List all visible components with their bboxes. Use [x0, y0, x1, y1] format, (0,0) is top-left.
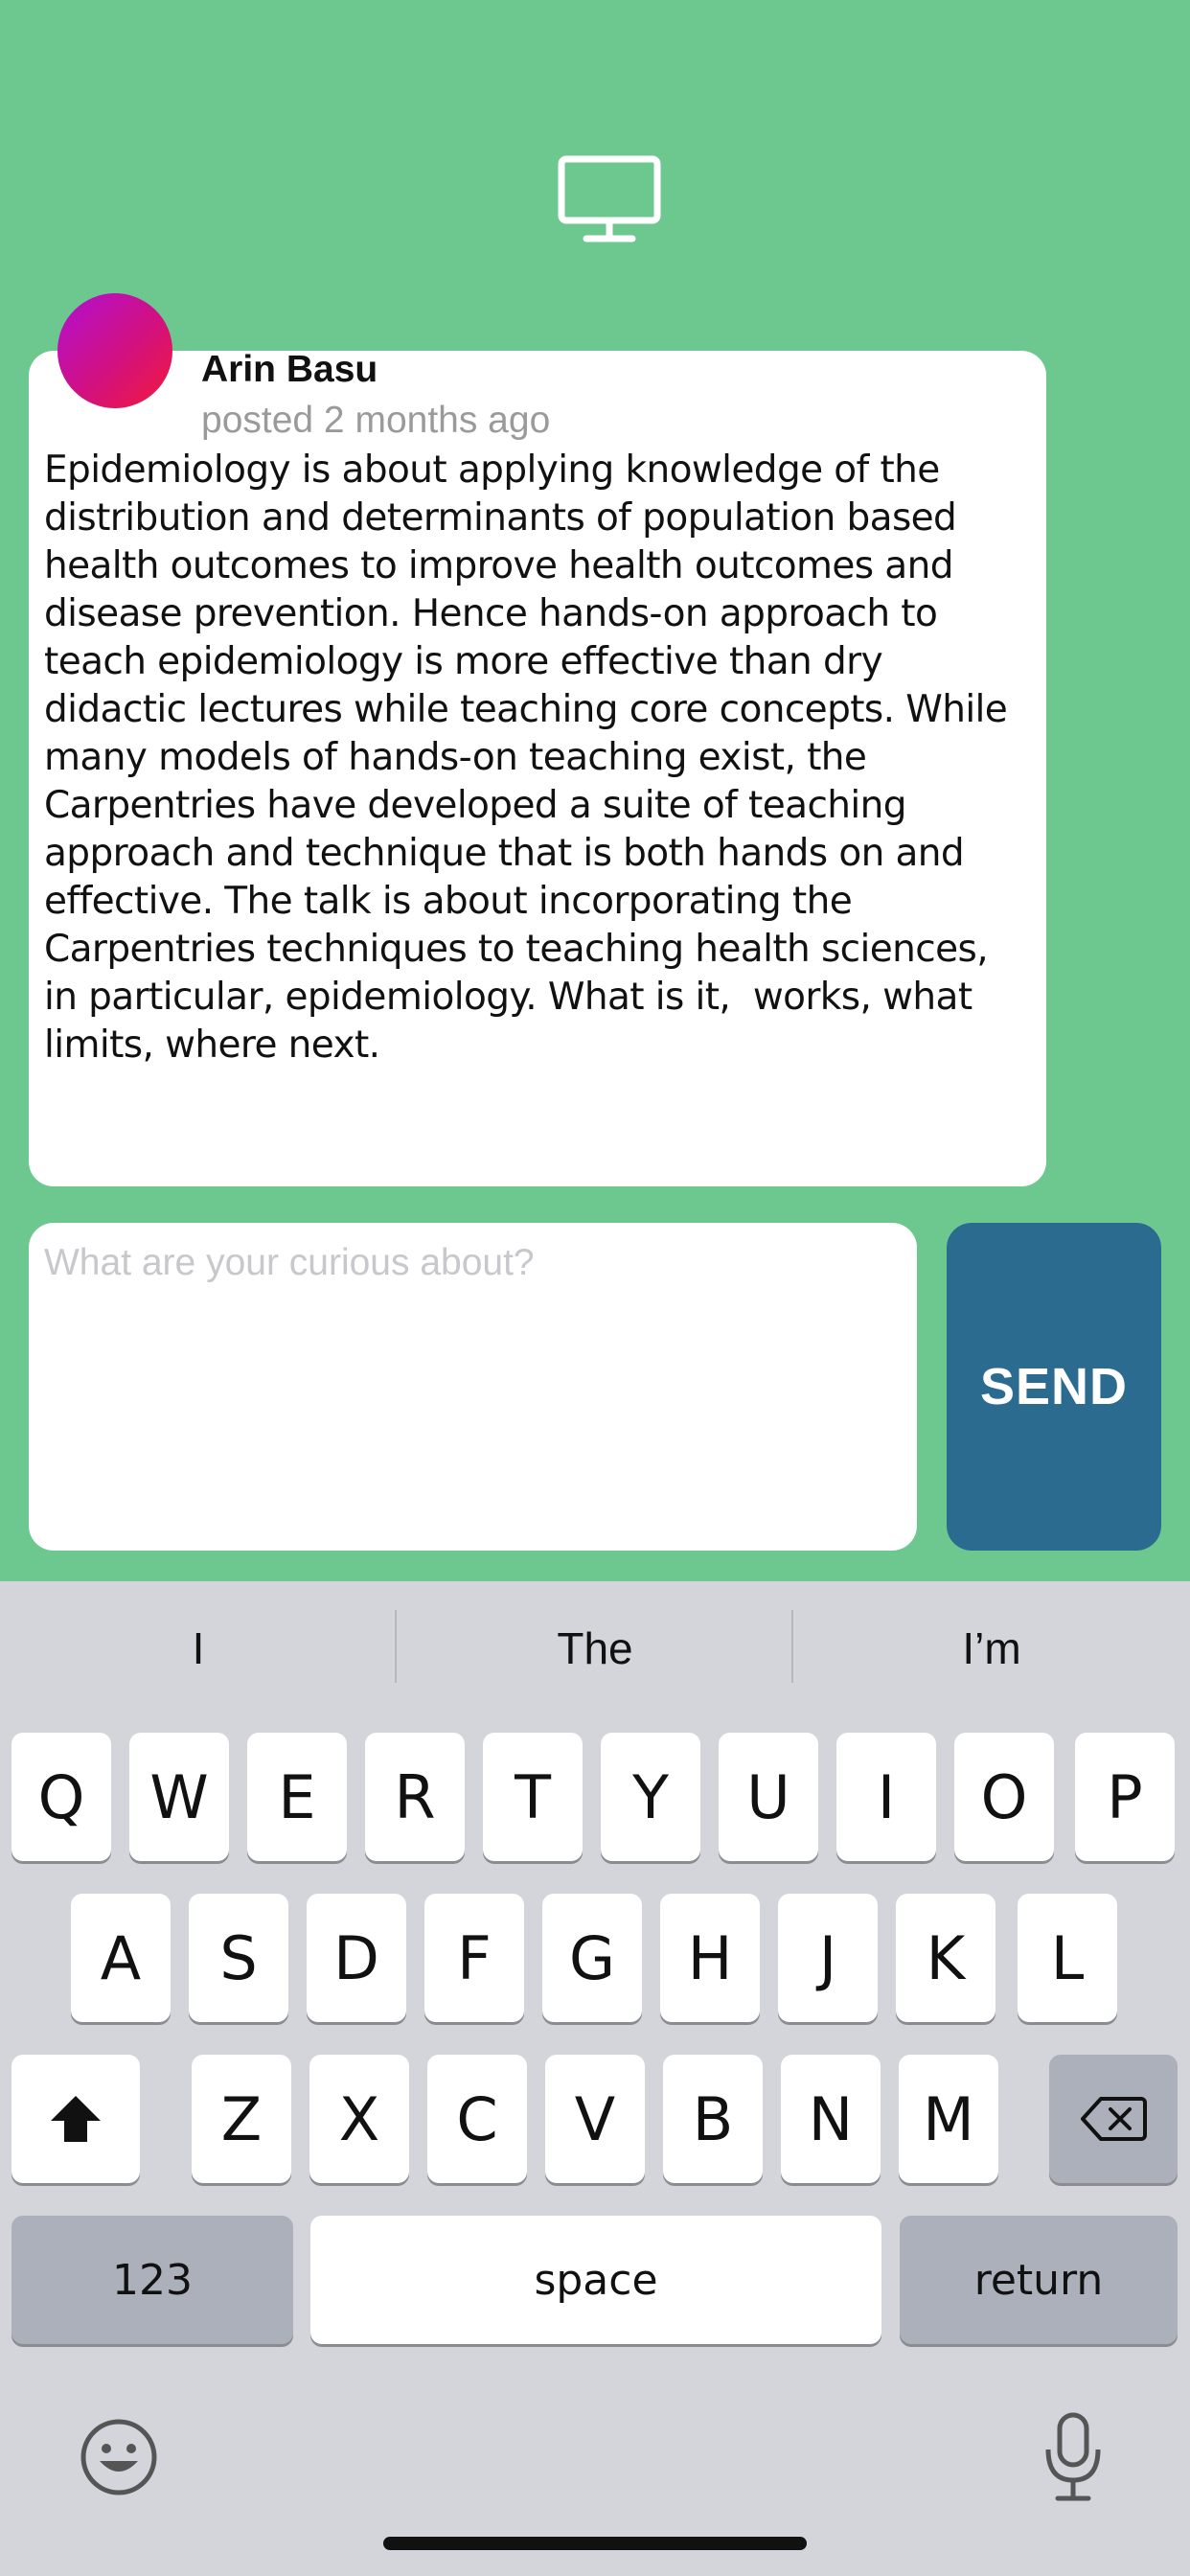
delete-key[interactable] [1049, 2055, 1178, 2183]
shift-key[interactable] [11, 2055, 140, 2183]
key-w[interactable]: W [129, 1733, 229, 1861]
key-y[interactable]: Y [601, 1733, 700, 1861]
avatar[interactable] [57, 293, 172, 408]
key-o[interactable]: O [954, 1733, 1054, 1861]
send-button[interactable]: SEND [947, 1223, 1161, 1551]
emoji-icon[interactable] [79, 2417, 159, 2497]
key-u[interactable]: U [719, 1733, 818, 1861]
key-z[interactable]: Z [192, 2055, 291, 2183]
home-indicator [383, 2537, 807, 2550]
key-s[interactable]: S [189, 1894, 288, 2022]
space-key[interactable]: space [310, 2216, 881, 2344]
key-g[interactable]: G [542, 1894, 642, 2022]
key-h[interactable]: H [660, 1894, 760, 2022]
return-key[interactable]: return [900, 2216, 1178, 2344]
suggestion-3[interactable]: I’m [793, 1581, 1190, 1715]
key-j[interactable]: J [778, 1894, 878, 2022]
numbers-key[interactable]: 123 [11, 2216, 293, 2344]
key-x[interactable]: X [309, 2055, 409, 2183]
key-r[interactable]: R [365, 1733, 465, 1861]
key-n[interactable]: N [781, 2055, 881, 2183]
microphone-icon[interactable] [1042, 2411, 1104, 2503]
key-f[interactable]: F [424, 1894, 524, 2022]
shift-icon [51, 2096, 101, 2142]
post-timestamp: posted 2 months ago [201, 400, 551, 441]
post-body: Epidemiology is about applying knowledge… [44, 448, 1008, 1067]
suggestion-1[interactable]: I [0, 1581, 397, 1715]
question-input[interactable] [29, 1223, 917, 1551]
key-b[interactable]: B [663, 2055, 763, 2183]
key-q[interactable]: Q [11, 1733, 111, 1861]
key-a[interactable]: A [71, 1894, 171, 2022]
author-name: Arin Basu [201, 349, 378, 390]
suggestion-2[interactable]: The [397, 1581, 793, 1715]
key-m[interactable]: M [899, 2055, 998, 2183]
monitor-icon [558, 155, 661, 242]
key-p[interactable]: P [1075, 1733, 1175, 1861]
key-d[interactable]: D [307, 1894, 406, 2022]
key-l[interactable]: L [1018, 1894, 1117, 2022]
backspace-icon [1081, 2097, 1147, 2141]
key-t[interactable]: T [483, 1733, 583, 1861]
key-c[interactable]: C [427, 2055, 527, 2183]
key-v[interactable]: V [545, 2055, 645, 2183]
key-k[interactable]: K [896, 1894, 995, 2022]
key-e[interactable]: E [247, 1733, 347, 1861]
key-i[interactable]: I [836, 1733, 936, 1861]
